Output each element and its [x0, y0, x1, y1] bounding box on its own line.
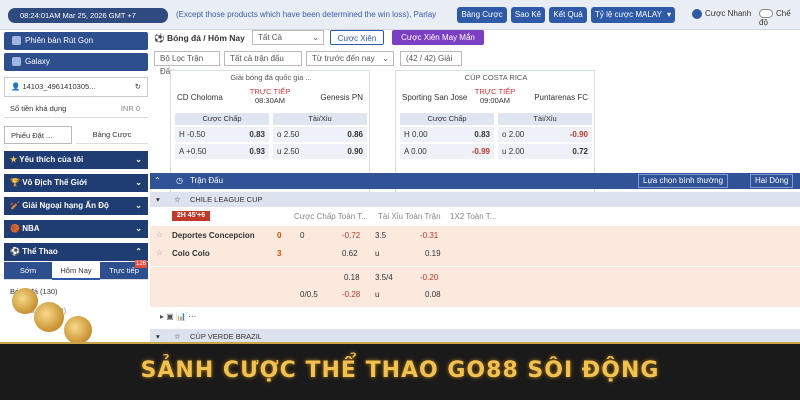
odds-type-select[interactable]: Tỷ lệ cược MALAY ▾: [591, 7, 675, 23]
quick-bet-toggle[interactable]: Cược Nhanh: [692, 9, 751, 19]
coin-decoration: [34, 302, 64, 332]
check-icon: [692, 9, 702, 19]
away-team: Genesis PN: [320, 93, 363, 102]
odds-cell[interactable]: A 0.00 -0.99: [400, 144, 494, 159]
tab-bet-board[interactable]: Bảng Cược: [76, 126, 148, 144]
main-content: ⚽ Bóng đá / Hôm Nay Tất Cả ⌄ Cược Xiên Cư…: [150, 30, 800, 350]
home-team: Deportes Concepcion: [172, 231, 255, 240]
light-mode-toggle[interactable]: Chế độ: [759, 9, 800, 27]
chevron-down-icon: ⌄: [382, 54, 389, 63]
tab-bet-slip[interactable]: Phiếu Đặt ...: [4, 126, 72, 144]
chevron-down-icon: ⌄: [135, 201, 142, 210]
odds-cell[interactable]: u 2.00 0.72: [498, 144, 592, 159]
statement-button[interactable]: Sao Kê: [511, 7, 545, 23]
home-score: 0: [277, 231, 282, 240]
star-icon: ★: [10, 155, 20, 164]
row-mode-select[interactable]: Hai Dòng: [750, 174, 794, 188]
basketball-icon: 🏀: [10, 224, 23, 233]
world-cup-section[interactable]: 🏆 Vô Địch Thế Giới ⌄: [4, 174, 148, 192]
trophy-icon: 🏆: [10, 178, 23, 187]
nba-section[interactable]: 🏀 NBA ⌄: [4, 220, 148, 238]
cricket-icon: 🏏: [10, 201, 23, 210]
soccer-ball-icon: ⚽: [10, 247, 23, 256]
chevron-down-icon: ⌄: [312, 33, 319, 42]
league-header[interactable]: ▾ ☆ CHILE LEAGUE CUP: [150, 192, 800, 207]
promo-banner: SẢNH CƯỢC THỂ THAO GO88 SÔI ĐỘNG: [0, 342, 800, 400]
banner-title: SẢNH CƯỢC THỂ THAO GO88 SÔI ĐỘNG: [140, 358, 660, 383]
league-filter-select[interactable]: Tất cả trận đấu: [224, 51, 302, 66]
odds-cell[interactable]: o 2.50 0.86: [273, 127, 367, 142]
collapse-icon[interactable]: ⌃: [154, 173, 161, 189]
refresh-icon[interactable]: ↻: [135, 78, 141, 96]
odds-cell[interactable]: A +0.50 0.93: [175, 144, 269, 159]
live-count-badge: 126: [134, 260, 147, 268]
clock-icon: ◷: [176, 176, 183, 185]
star-icon[interactable]: ☆: [156, 248, 163, 257]
odds-cell[interactable]: H 0.00 0.83: [400, 127, 494, 142]
ipl-section[interactable]: 🏏 Giải Ngoại hạng Ấn Độ ⌄: [4, 197, 148, 215]
matches-section-bar: ⌃ ◷ Trận Đấu Lựa chọn bình thường Hai Dò…: [150, 173, 800, 189]
coin-decoration: [12, 288, 38, 314]
match-row: ☆ Deportes Concepcion 0 ☆ Colo Colo 3 0 …: [150, 226, 800, 266]
galaxy-button[interactable]: Galaxy: [4, 53, 148, 71]
tab-live[interactable]: Trực tiếp 126: [100, 260, 148, 280]
chevron-down-icon: ⌄: [135, 224, 142, 233]
galaxy-icon: [12, 57, 21, 67]
league-count-select[interactable]: (42 / 42) Giải: [400, 51, 462, 66]
user-icon: 👤: [11, 82, 23, 91]
compact-version-button[interactable]: Phiên bản Rút Gọn: [4, 32, 148, 50]
odds-cell[interactable]: o 2.00 -0.90: [498, 127, 592, 142]
away-team: Colo Colo: [172, 249, 210, 258]
date-filter-select[interactable]: Tất Cả ⌄: [252, 30, 324, 45]
match-filter-select[interactable]: Bộ Lọc Trận Đấu: [154, 51, 220, 76]
lucky-parlay-button[interactable]: Cược Xiên May Mắn: [392, 30, 484, 45]
results-button[interactable]: Kết Quả: [549, 7, 587, 23]
sports-section[interactable]: ⚽ Thể Thao ⌃: [4, 243, 148, 261]
soccer-ball-icon: ⚽: [154, 33, 167, 43]
favorites-section[interactable]: ★ Yêu thích của tôi ⌄: [4, 151, 148, 169]
sport-title: ⚽ Bóng đá / Hôm Nay: [154, 33, 245, 43]
collapse-icon: ▾: [156, 195, 160, 204]
live-time-badge: 2H 45'+6: [172, 211, 210, 221]
notice-text: (Except those products which have been d…: [176, 10, 437, 19]
home-team: Sporting San Jose: [402, 93, 468, 102]
account-field[interactable]: 👤 14103_4961410305... ↻: [4, 77, 148, 97]
chevron-up-icon: ⌃: [135, 247, 142, 256]
top-bar: 08:24:01AM Mar 25, 2026 GMT +7 (Except t…: [0, 0, 800, 30]
clock: 08:24:01AM Mar 25, 2026 GMT +7: [8, 8, 168, 23]
star-icon: ☆: [174, 195, 181, 204]
chevron-down-icon: ▾: [666, 10, 671, 19]
home-team: CD Choloma: [177, 93, 223, 102]
chevron-down-icon: ⌄: [135, 155, 142, 164]
balance-row: Số tiền khả dụng INR 0: [4, 100, 148, 118]
toggle-icon: [759, 9, 773, 19]
match-tools[interactable]: ▸ ▣ 📊 ⋯: [160, 312, 196, 321]
chevron-down-icon: ⌄: [135, 178, 142, 187]
odds-cell[interactable]: u 2.50 0.90: [273, 144, 367, 159]
odds-cell[interactable]: H -0.50 0.83: [175, 127, 269, 142]
bet-list-button[interactable]: Bảng Cược: [457, 7, 507, 23]
sort-select[interactable]: Lựa chọn bình thường: [638, 174, 729, 188]
away-team: Puntarenas FC: [534, 93, 588, 102]
coin-decoration: [64, 316, 92, 344]
away-score: 3: [277, 249, 282, 258]
tab-today[interactable]: Hôm Nay: [52, 262, 100, 280]
mobile-icon: [12, 36, 21, 46]
tab-early[interactable]: Sớm: [4, 262, 52, 280]
star-icon[interactable]: ☆: [156, 230, 163, 239]
parlay-button[interactable]: Cược Xiên: [330, 30, 384, 45]
order-select[interactable]: Từ trước đến nay ⌄: [306, 51, 394, 66]
match-row-alt: 0.18 3.5/4 -0.20 0/0.5 -0.28 u 0.08: [150, 267, 800, 307]
